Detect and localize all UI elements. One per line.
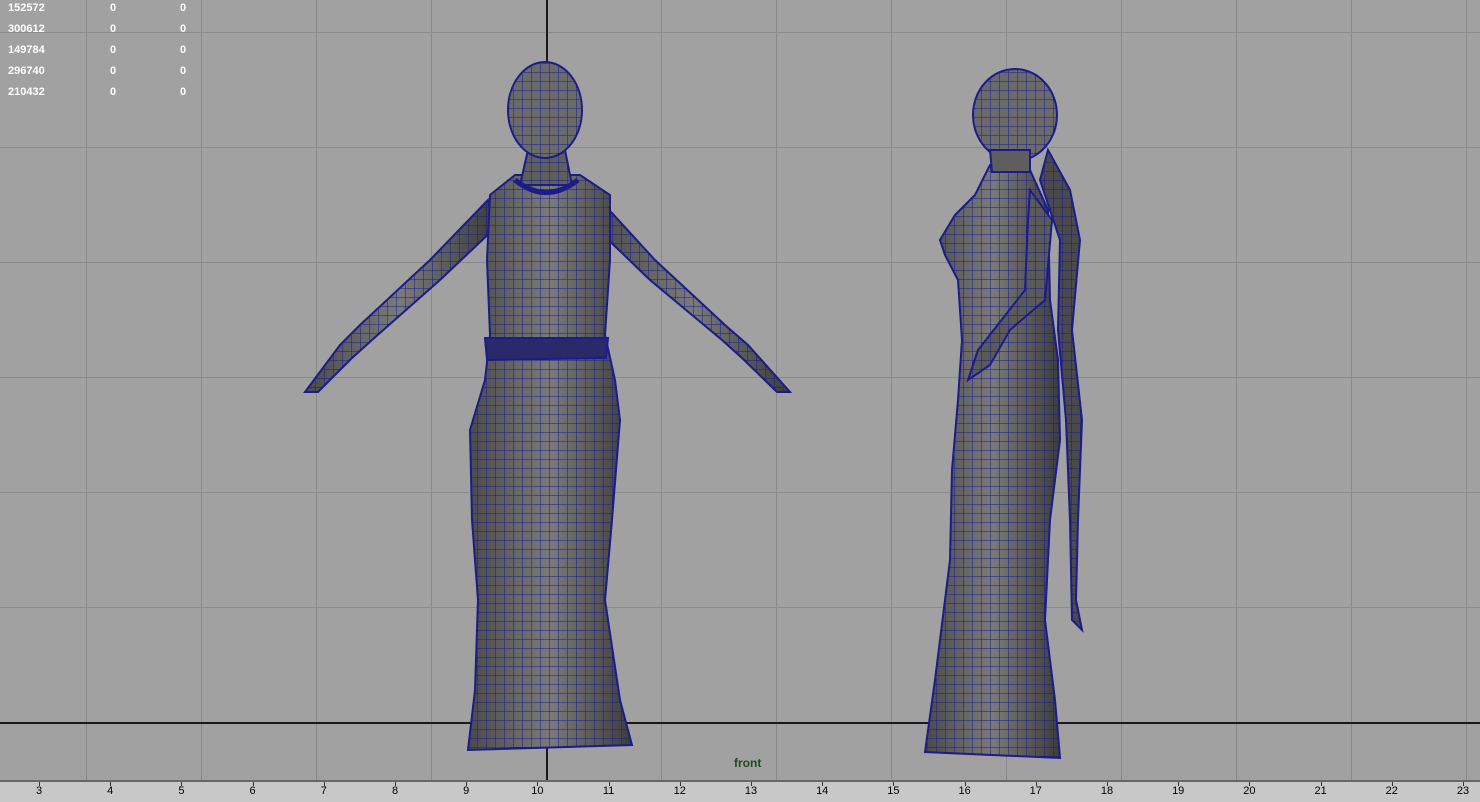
hud-value: 210432 (8, 86, 45, 98)
timeline-tick-label: 11 (602, 785, 615, 797)
hud-row: 300612 0 0 (0, 21, 200, 41)
timeline-tick-label: 14 (816, 785, 829, 797)
hud-value: 0 (110, 44, 117, 56)
hud-value: 0 (180, 2, 187, 14)
timeline-tick-label: 20 (1243, 785, 1256, 797)
hud-value: 0 (110, 86, 117, 98)
model-side[interactable] (923, 68, 1084, 760)
hud-value: 0 (110, 2, 117, 14)
hud-value: 149784 (8, 44, 45, 56)
hud-row: 152572 0 0 (0, 0, 200, 20)
timeline-tick-label: 13 (744, 785, 758, 797)
hud-value: 0 (110, 65, 117, 77)
timeline-tick-label: 4 (107, 785, 114, 797)
hud-value: 0 (180, 23, 187, 35)
timeline-tick-label: 18 (1100, 785, 1114, 797)
time-slider[interactable]: 3 4 5 6 7 8 9 10 11 12 13 14 15 16 17 18 19 20 21 22 23 (0, 780, 1480, 802)
timeline-tick-label: 8 (391, 785, 399, 797)
timeline-tick-label: 16 (958, 785, 971, 797)
timeline-tick-label: 5 (178, 785, 185, 797)
timeline-tick-label: 3 (35, 785, 43, 797)
camera-label: front (734, 756, 762, 770)
hud-value: 0 (180, 44, 187, 56)
hud-value: 0 (180, 65, 187, 77)
timeline-tick-label: 7 (320, 785, 327, 797)
timeline-tick-label: 19 (1172, 785, 1185, 797)
hud-value: 0 (110, 23, 117, 35)
model-view (303, 61, 1084, 760)
timeline-tick-label: 15 (887, 785, 900, 797)
hud-row: 149784 0 0 (0, 42, 200, 62)
hud-value: 152572 (8, 2, 45, 14)
model-front[interactable] (303, 61, 793, 752)
timeline-tick-label: 10 (531, 785, 544, 797)
hud-value: 300612 (8, 23, 45, 35)
timeline-tick-label: 22 (1385, 785, 1398, 797)
timeline-tick-label: 12 (673, 785, 686, 797)
viewport-front[interactable]: 152572 0 0 300612 0 0 149784 0 0 296740 0 0 210432 0 0… (0, 0, 1480, 780)
timeline-tick-label: 9 (463, 785, 470, 797)
hud-row: 296740 0 0 (0, 63, 200, 83)
timeline-tick-label: 6 (249, 785, 256, 797)
timeline-tick-label: 21 (1314, 785, 1327, 797)
hud-value: 296740 (8, 65, 45, 77)
hud-value: 0 (180, 86, 187, 98)
hud-row: 210432 0 0 (0, 84, 200, 104)
timeline-tick-label: 23 (1456, 785, 1470, 797)
timeline-tick-label: 17 (1029, 785, 1042, 797)
